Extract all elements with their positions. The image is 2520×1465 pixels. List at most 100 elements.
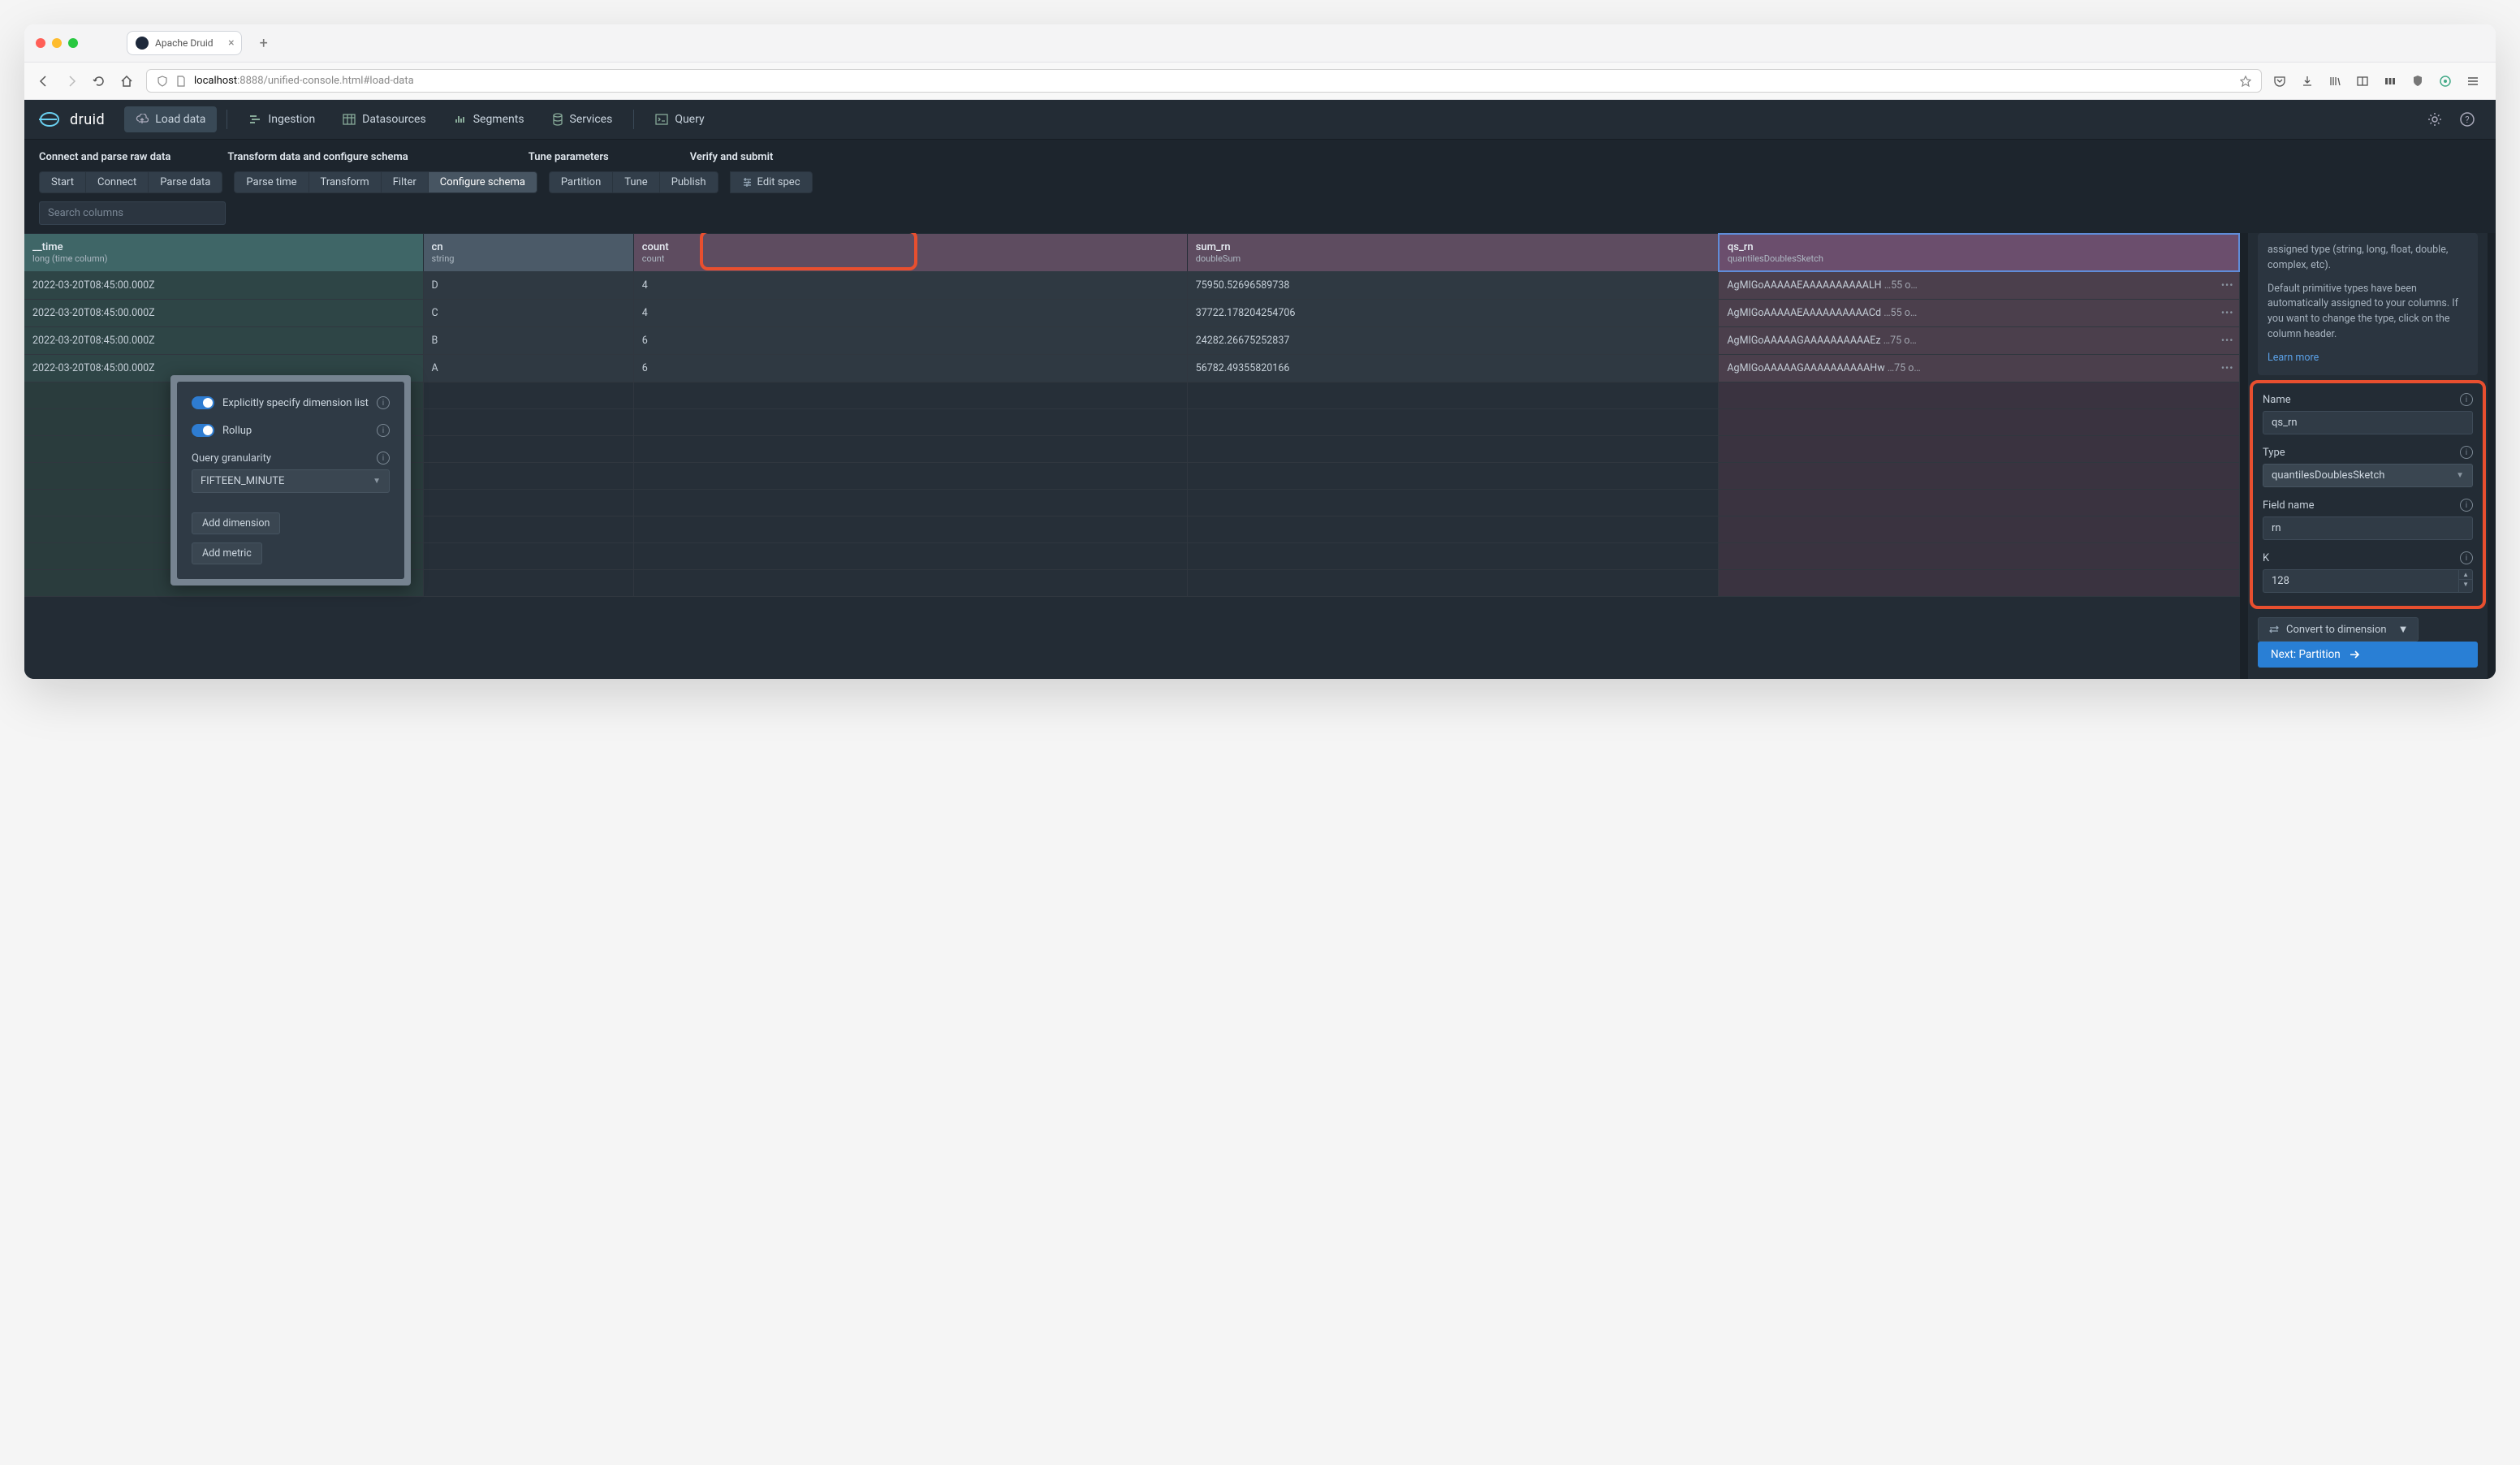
granularity-label-row: Query granularity i [192, 452, 390, 465]
nav-divider [633, 110, 634, 129]
add-dimension-button[interactable]: Add dimension [192, 512, 280, 534]
nav-home-button[interactable] [119, 73, 135, 89]
col-name: count [642, 241, 1179, 253]
info-icon[interactable]: i [2460, 551, 2473, 564]
cell-cn: B [423, 327, 633, 355]
info-icon[interactable]: i [2460, 499, 2473, 512]
fieldname-field: Field name i [2263, 499, 2473, 540]
url-text: localhost:8888/unified-console.html#load… [194, 75, 414, 87]
hamburger-menu-icon[interactable] [2466, 75, 2484, 88]
info-text-2: Default primitive types have been automa… [2268, 282, 2468, 343]
nav-ingestion[interactable]: Ingestion [237, 106, 326, 132]
fieldname-input[interactable] [2263, 516, 2473, 540]
add-metric-button[interactable]: Add metric [192, 542, 262, 564]
col-header-count[interactable]: count count [633, 234, 1187, 271]
name-input[interactable] [2263, 411, 2473, 434]
rollup-toggle[interactable] [192, 424, 214, 437]
table-row: 2022-03-20T08:45:00.000ZB624282.26675252… [24, 327, 2239, 355]
nav-settings[interactable] [2421, 106, 2449, 133]
step-publish[interactable]: Publish [659, 171, 718, 193]
col-header-qs-rn[interactable]: qs_rn quantilesDoublesSketch [1719, 234, 2239, 271]
table-scrollbar[interactable] [2240, 233, 2248, 679]
nav-forward-button[interactable] [63, 73, 80, 89]
more-icon[interactable]: ••• [2221, 335, 2234, 347]
info-icon[interactable]: i [377, 452, 390, 465]
cell-cn: C [423, 300, 633, 327]
k-input[interactable] [2263, 569, 2458, 593]
extension-icon-2[interactable] [2439, 75, 2457, 88]
bookmark-star-icon[interactable] [2240, 76, 2251, 87]
nav-services[interactable]: Services [541, 106, 624, 132]
table-header-row: __time long (time column) cn string coun… [24, 234, 2239, 271]
extension-icon-1[interactable] [2384, 75, 2401, 88]
browser-tab[interactable]: Apache Druid × [127, 31, 242, 55]
step-parse-data[interactable]: Parse data [148, 171, 222, 193]
spinner-up-button[interactable]: ▲ [2459, 570, 2472, 580]
convert-to-dimension-button[interactable]: Convert to dimension ▼ [2258, 617, 2419, 642]
nav-query[interactable]: Query [644, 106, 715, 132]
window-minimize-button[interactable] [52, 38, 62, 48]
col-type: long (time column) [32, 253, 415, 264]
tab-favicon [136, 37, 149, 50]
window-maximize-button[interactable] [68, 38, 78, 48]
type-select[interactable]: quantilesDoublesSketch ▼ [2263, 464, 2473, 487]
cell-time: 2022-03-20T08:45:00.000Z [24, 271, 423, 300]
info-icon[interactable]: i [2460, 393, 2473, 406]
swap-icon [2268, 624, 2280, 634]
reader-icon[interactable] [2356, 75, 2374, 88]
chevron-down-icon: ▼ [373, 477, 381, 486]
window-close-button[interactable] [36, 38, 45, 48]
more-icon[interactable]: ••• [2221, 279, 2234, 292]
spinner-down-button[interactable]: ▼ [2459, 580, 2472, 589]
downloads-icon[interactable] [2301, 75, 2319, 88]
col-name: __time [32, 241, 415, 253]
nav-reload-button[interactable] [91, 73, 107, 89]
window-controls [36, 38, 78, 48]
cell-sum: 24282.26675252837 [1187, 327, 1719, 355]
nav-help[interactable]: ? [2453, 106, 2481, 133]
step-transform[interactable]: Transform [309, 171, 381, 193]
browser-toolbar: localhost:8888/unified-console.html#load… [24, 63, 2496, 100]
learn-more-link[interactable]: Learn more [2268, 352, 2319, 364]
nav-datasources[interactable]: Datasources [331, 106, 438, 132]
nav-load-data[interactable]: Load data [124, 106, 217, 132]
nav-label: Services [570, 113, 613, 126]
info-icon[interactable]: i [2460, 446, 2473, 459]
step-partition[interactable]: Partition [549, 171, 612, 193]
step-filter[interactable]: Filter [381, 171, 428, 193]
col-header-cn[interactable]: cn string [423, 234, 633, 271]
pocket-icon[interactable] [2273, 75, 2291, 88]
step-connect[interactable]: Connect [85, 171, 148, 193]
druid-logo[interactable]: druid [39, 110, 105, 128]
tab-close-button[interactable]: × [228, 37, 234, 50]
library-icon[interactable] [2328, 75, 2346, 88]
more-icon[interactable]: ••• [2221, 362, 2234, 374]
side-scrollbar[interactable] [2488, 233, 2496, 679]
new-tab-button[interactable]: + [255, 35, 273, 52]
cell-sum: 75950.52696589738 [1187, 271, 1719, 300]
next-partition-button[interactable]: Next: Partition [2258, 642, 2478, 668]
column-search-input[interactable] [39, 201, 226, 225]
info-icon[interactable]: i [377, 424, 390, 437]
nav-back-button[interactable] [36, 73, 52, 89]
ublock-icon[interactable] [2411, 75, 2429, 88]
step-start[interactable]: Start [39, 171, 85, 193]
nav-segments[interactable]: Segments [442, 106, 536, 132]
step-edit-spec[interactable]: Edit spec [730, 171, 813, 193]
wizard-steps-group-2: Parse time Transform Filter Configure sc… [234, 171, 537, 193]
step-parse-time[interactable]: Parse time [234, 171, 308, 193]
step-tune[interactable]: Tune [612, 171, 658, 193]
granularity-select[interactable]: FIFTEEN_MINUTE ▼ [192, 469, 390, 493]
explicit-dim-toggle[interactable] [192, 396, 214, 409]
gantt-icon [248, 114, 261, 125]
url-bar[interactable]: localhost:8888/unified-console.html#load… [146, 69, 2262, 93]
side-form-wrapper: Name i Type i quantilesDoublesSketc [2258, 385, 2478, 612]
step-configure-schema[interactable]: Configure schema [428, 171, 537, 193]
chevron-down-icon: ▼ [2398, 623, 2409, 636]
col-header-time[interactable]: __time long (time column) [24, 234, 423, 271]
col-header-sum-rn[interactable]: sum_rn doubleSum [1187, 234, 1719, 271]
more-icon[interactable]: ••• [2221, 307, 2234, 319]
info-icon[interactable]: i [377, 396, 390, 409]
wizard-group-transform: Transform data and configure schema [227, 151, 408, 163]
nav-label: Ingestion [268, 113, 315, 126]
